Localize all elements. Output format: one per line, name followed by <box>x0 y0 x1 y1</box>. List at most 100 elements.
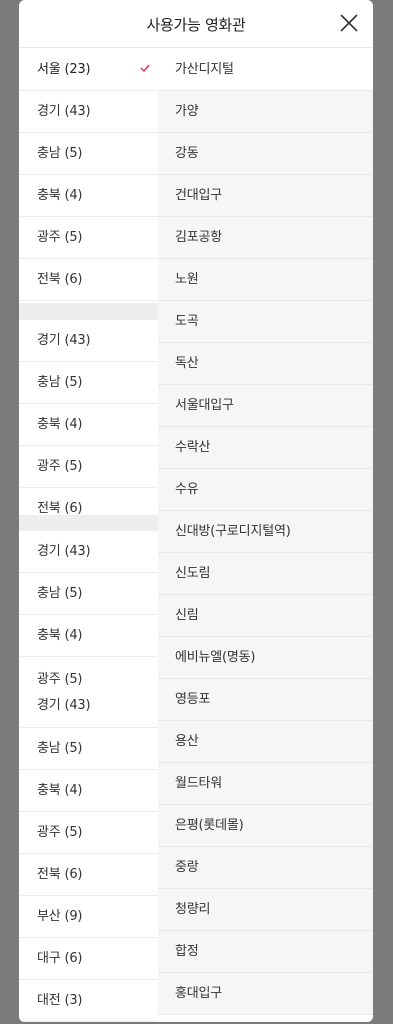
region-label: 충북 (4) <box>37 417 83 432</box>
region-label: 부산 (9) <box>37 909 83 924</box>
theater-item[interactable]: 청량리 <box>158 889 373 931</box>
theater-label: 영등포 <box>175 692 211 707</box>
theater-label: 신림 <box>175 608 199 623</box>
region-item[interactable]: 전북 (6) <box>19 259 158 301</box>
theater-item[interactable]: 월드타워 <box>158 763 373 805</box>
region-label: 경기 (43) <box>37 544 91 559</box>
region-label: 전북 (6) <box>37 501 83 516</box>
theater-item[interactable]: 노원 <box>158 259 373 301</box>
region-label: 서울 (23) <box>37 62 91 77</box>
theater-item[interactable]: 신도림 <box>158 553 373 595</box>
theater-label: 중랑 <box>175 860 199 875</box>
theater-item[interactable]: 건대입구 <box>158 175 373 217</box>
region-label: 충남 (5) <box>37 375 83 390</box>
theater-label: 강동 <box>175 146 199 161</box>
region-label: 충남 (5) <box>37 586 83 601</box>
region-item[interactable]: 광주 (5) <box>19 446 158 488</box>
theater-item[interactable]: 도곡 <box>158 301 373 343</box>
theater-label: 수락산 <box>175 440 211 455</box>
theater-label: 용산 <box>175 734 199 749</box>
theater-item[interactable]: 가양 <box>158 91 373 133</box>
region-item[interactable]: 충남 (5) <box>19 573 158 615</box>
region-label: 충남 (5) <box>37 146 83 161</box>
theater-item[interactable]: 독산 <box>158 343 373 385</box>
close-button[interactable] <box>339 13 359 33</box>
theater-item[interactable]: 가산디지털 <box>158 49 373 91</box>
theater-item[interactable]: 신대방(구로디지털역) <box>158 511 373 553</box>
sheet-header: 사용가능 영화관 <box>19 0 373 48</box>
close-icon <box>340 14 358 32</box>
region-label: 경기 (43) <box>37 104 91 119</box>
theater-label: 홍대입구 <box>175 986 223 1001</box>
theater-list: 가산디지털 가양 강동 건대입구 김포공항 노원 도곡 독산 서울대입구 수락산… <box>158 48 373 1022</box>
theater-label: 수유 <box>175 482 199 497</box>
theater-label: 김포공항 <box>175 230 223 245</box>
region-item[interactable]: 광주 (5) <box>19 812 158 854</box>
region-label: 대전 (3) <box>37 993 83 1008</box>
region-label: 충북 (4) <box>37 188 83 203</box>
theater-label: 합정 <box>175 944 199 959</box>
region-label: 대구 (6) <box>37 951 83 966</box>
region-item[interactable]: 충북 (4) <box>19 175 158 217</box>
region-item[interactable]: 대전 (3) <box>19 980 158 1022</box>
region-item[interactable]: 부산 (9) <box>19 896 158 938</box>
theater-item[interactable]: 합정 <box>158 931 373 973</box>
theater-label: 가산디지털 <box>175 62 234 77</box>
region-item[interactable]: 경기 (43) <box>19 320 158 362</box>
region-item[interactable]: 충북 (4) <box>19 404 158 446</box>
checkmark-icon <box>140 64 150 72</box>
region-item[interactable]: 충남 (5) <box>19 728 158 770</box>
theater-item[interactable]: 용산 <box>158 721 373 763</box>
theater-label: 에비뉴엘(명동) <box>175 650 256 665</box>
region-item[interactable]: 충북 (4) <box>19 770 158 812</box>
region-label: 광주 (5) <box>37 230 83 245</box>
theater-item[interactable]: 수유 <box>158 469 373 511</box>
theater-label: 은평(롯데몰) <box>175 818 244 833</box>
theater-item[interactable]: 신림 <box>158 595 373 637</box>
theater-item[interactable]: 영등포 <box>158 679 373 721</box>
theater-label: 노원 <box>175 272 199 287</box>
region-item[interactable]: 경기 (43) <box>19 685 158 728</box>
region-item[interactable]: 전북 (6) <box>19 488 158 516</box>
region-label: 충남 (5) <box>37 741 83 756</box>
theater-item[interactable]: 에비뉴엘(명동) <box>158 637 373 679</box>
region-item[interactable]: 충남 (5) <box>19 133 158 175</box>
region-item[interactable]: 광주 (5) <box>19 217 158 259</box>
region-label: 광주 (5) <box>37 825 83 840</box>
region-label: 광주 (5) <box>37 459 83 474</box>
region-label: 충북 (4) <box>37 628 83 643</box>
theater-item[interactable]: 서울대입구 <box>158 385 373 427</box>
theater-label: 신도림 <box>175 566 211 581</box>
theater-label: 도곡 <box>175 314 199 329</box>
region-label: 경기 (43) <box>37 333 91 348</box>
region-item[interactable]: 경기 (43) <box>19 91 158 133</box>
region-item[interactable]: 전북 (6) <box>19 854 158 896</box>
region-list: 서울 (23) 경기 (43) 충남 (5) 충북 (4) 광주 (5) 전북 … <box>19 48 158 1022</box>
region-item[interactable]: 경기 (43) <box>19 531 158 573</box>
region-label: 전북 (6) <box>37 867 83 882</box>
theater-label: 청량리 <box>175 902 211 917</box>
region-label: 전북 (6) <box>37 272 83 287</box>
region-item[interactable]: 충남 (5) <box>19 362 158 404</box>
region-item[interactable]: 광주 (5) <box>19 657 158 687</box>
theater-item[interactable]: 홍대입구 <box>158 973 373 1015</box>
region-label: 경기 (43) <box>37 698 91 713</box>
region-item[interactable]: 충북 (4) <box>19 615 158 657</box>
theater-item[interactable]: 수락산 <box>158 427 373 469</box>
theater-label: 서울대입구 <box>175 398 234 413</box>
region-divider <box>19 303 158 320</box>
theater-label: 월드타워 <box>175 776 223 791</box>
sheet-title: 사용가능 영화관 <box>146 16 246 34</box>
region-label: 충북 (4) <box>37 783 83 798</box>
theater-item[interactable]: 강동 <box>158 133 373 175</box>
theater-item[interactable]: 김포공항 <box>158 217 373 259</box>
region-divider <box>19 516 158 531</box>
region-item[interactable]: 대구 (6) <box>19 938 158 980</box>
theater-item[interactable]: 중랑 <box>158 847 373 889</box>
region-item-seoul[interactable]: 서울 (23) <box>19 49 158 91</box>
theater-label: 가양 <box>175 104 199 119</box>
theater-label: 독산 <box>175 356 199 371</box>
theater-label: 신대방(구로디지털역) <box>175 524 291 539</box>
theater-select-sheet: 사용가능 영화관 서울 (23) 경기 (43) 충남 (5) 충북 (4) 광… <box>19 0 373 1022</box>
theater-item[interactable]: 은평(롯데몰) <box>158 805 373 847</box>
